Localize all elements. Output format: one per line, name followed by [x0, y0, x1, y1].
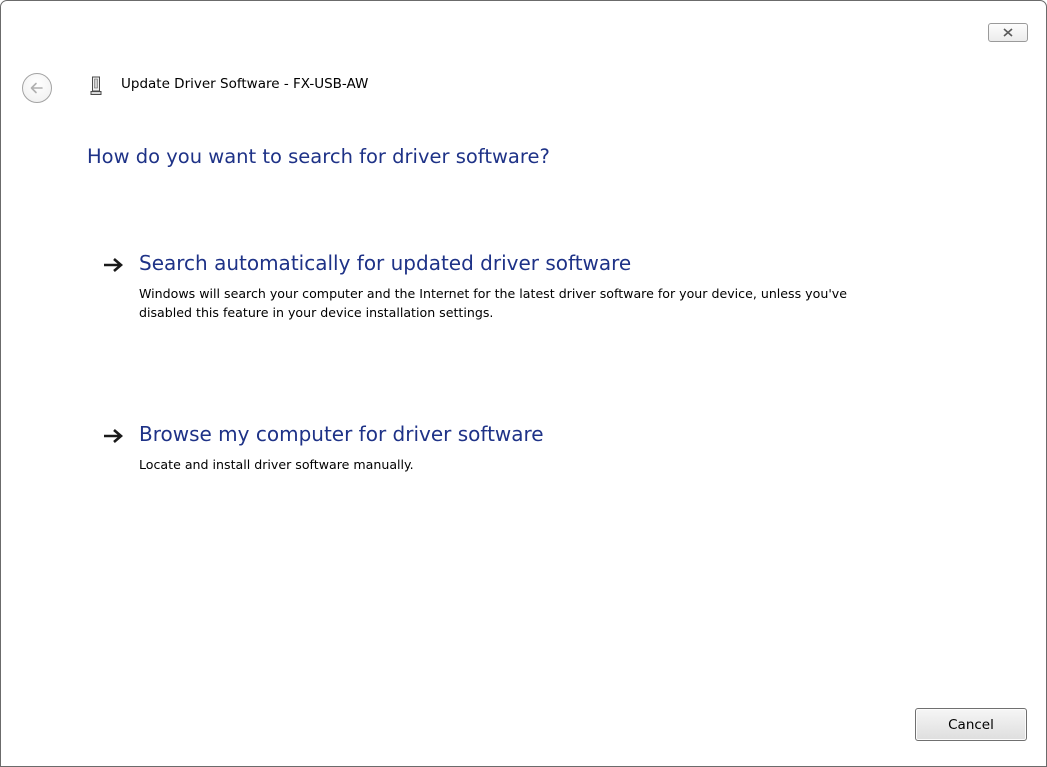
- close-button[interactable]: [988, 23, 1028, 42]
- option-description: Locate and install driver software manua…: [139, 457, 414, 472]
- option-title: Browse my computer for driver software: [139, 422, 544, 446]
- page-heading: How do you want to search for driver sof…: [87, 145, 550, 168]
- window-title: Update Driver Software - FX-USB-AW: [121, 76, 369, 92]
- close-icon: [1003, 28, 1013, 37]
- usb-device-icon: [90, 76, 102, 95]
- arrow-right-icon: [104, 429, 123, 443]
- update-driver-dialog: Update Driver Software - FX-USB-AW How d…: [0, 0, 1047, 767]
- option-title: Search automatically for updated driver …: [139, 251, 632, 275]
- option-description: Windows will search your computer and th…: [139, 286, 847, 320]
- cancel-button[interactable]: Cancel: [915, 708, 1027, 741]
- back-button[interactable]: [22, 73, 52, 103]
- arrow-right-icon: [104, 258, 123, 272]
- back-arrow-icon: [30, 82, 43, 94]
